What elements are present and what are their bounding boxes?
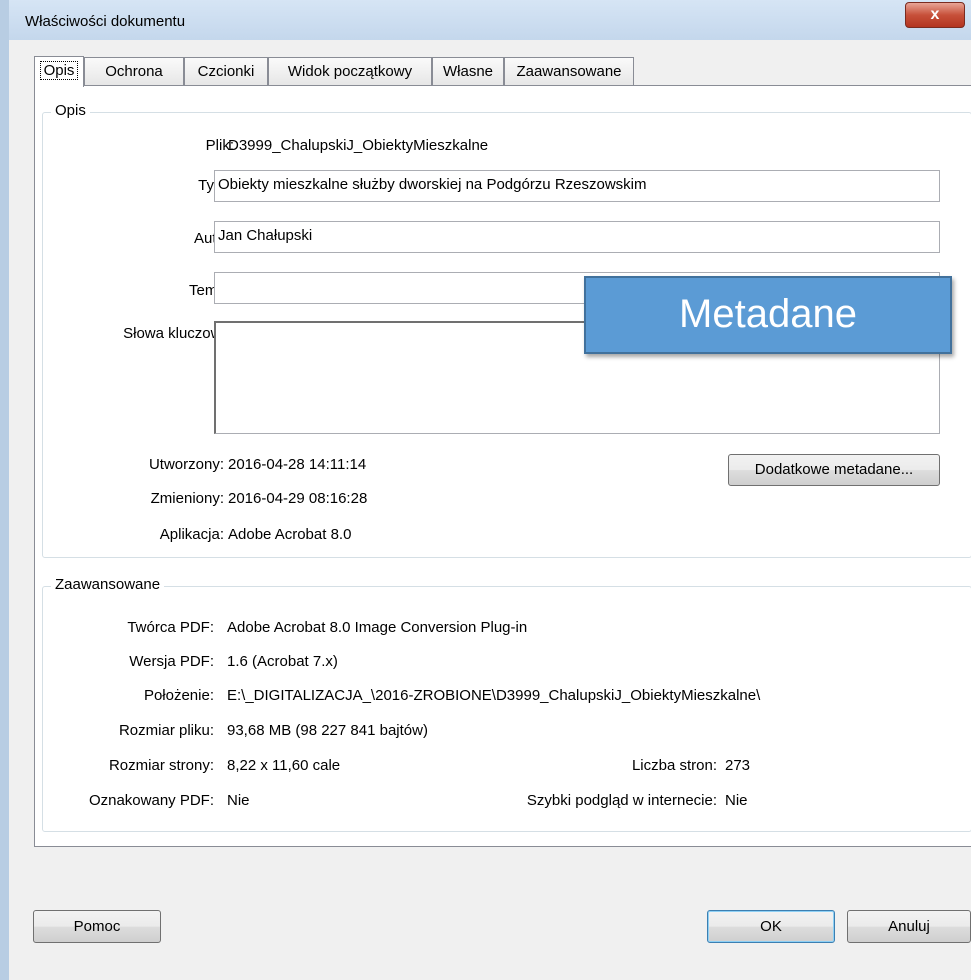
tagged-pdf-label: Oznakowany PDF: [88, 792, 214, 809]
tab-wlasne[interactable]: Własne [432, 57, 504, 86]
producer-value: Adobe Acrobat 8.0 Image Conversion Plug-… [227, 619, 528, 636]
dialog-title: Właściwości dokumentu [25, 13, 186, 30]
page-size-value: 8,22 x 11,60 cale [227, 757, 341, 774]
tab-label: Zaawansowane [516, 63, 622, 80]
tab-label: Opis [39, 61, 79, 80]
page-size-label: Rozmiar strony: [108, 757, 214, 774]
page-count-label: Liczba stron: [631, 757, 717, 774]
pdf-version-value: 1.6 (Acrobat 7.x) [227, 653, 338, 670]
created-value: 2016-04-28 14:11:14 [228, 456, 367, 473]
cancel-button[interactable]: Anuluj [847, 910, 971, 943]
ok-button[interactable]: OK [707, 910, 835, 943]
title-field[interactable]: Obiekty mieszkalne służby dworskiej na P… [214, 170, 940, 202]
page-count-value: 273 [725, 757, 751, 774]
file-value: D3999_ChalupskiJ_ObiektyMieszkalne [228, 137, 489, 154]
tab-czcionki[interactable]: Czcionki [184, 57, 268, 86]
location-label: Położenie: [143, 687, 214, 704]
tab-widok-poczatkowy[interactable]: Widok początkowy [268, 57, 432, 86]
close-icon: x [930, 6, 940, 23]
tab-label: Ochrona [105, 63, 163, 80]
tab-panel-opis: Opis Plik: D3999_ChalupskiJ_ObiektyMiesz… [34, 85, 971, 847]
producer-label: Twórca PDF: [127, 619, 214, 636]
application-label: Aplikacja: [159, 526, 224, 543]
tab-label: Własne [442, 63, 494, 80]
modified-label: Zmieniony: [150, 490, 224, 507]
close-button[interactable]: x [905, 2, 965, 28]
location-value: E:\_DIGITALIZACJA_\2016-ZROBIONE\D3999_C… [227, 687, 761, 704]
tab-ochrona[interactable]: Ochrona [84, 57, 184, 86]
help-button[interactable]: Pomoc [33, 910, 161, 943]
document-properties-dialog: Właściwości dokumentu x Opis Ochrona Czc… [0, 0, 971, 980]
file-size-value: 93,68 MB (98 227 841 bajtów) [227, 722, 428, 739]
metadata-callout-box: Metadane [584, 276, 952, 354]
author-field[interactable]: Jan Chałupski [214, 221, 940, 253]
advanced-group-legend: Zaawansowane [51, 576, 165, 593]
application-value: Adobe Acrobat 8.0 [228, 526, 352, 543]
tab-opis[interactable]: Opis [34, 56, 84, 87]
tab-zaawansowane[interactable]: Zaawansowane [504, 57, 634, 86]
created-label: Utworzony: [148, 456, 224, 473]
modified-value: 2016-04-29 08:16:28 [228, 490, 368, 507]
file-size-label: Rozmiar pliku: [118, 722, 214, 739]
fast-web-view-value: Nie [725, 792, 748, 809]
fast-web-view-label: Szybki podgląd w internecie: [526, 792, 717, 809]
tab-label: Czcionki [197, 63, 255, 80]
more-metadata-button[interactable]: Dodatkowe metadane... [728, 454, 940, 486]
description-group-legend: Opis [51, 102, 90, 119]
tagged-pdf-value: Nie [227, 792, 250, 809]
title-bar: Właściwości dokumentu x [9, 0, 971, 40]
pdf-version-label: Wersja PDF: [129, 653, 214, 670]
tab-label: Widok początkowy [287, 63, 413, 80]
